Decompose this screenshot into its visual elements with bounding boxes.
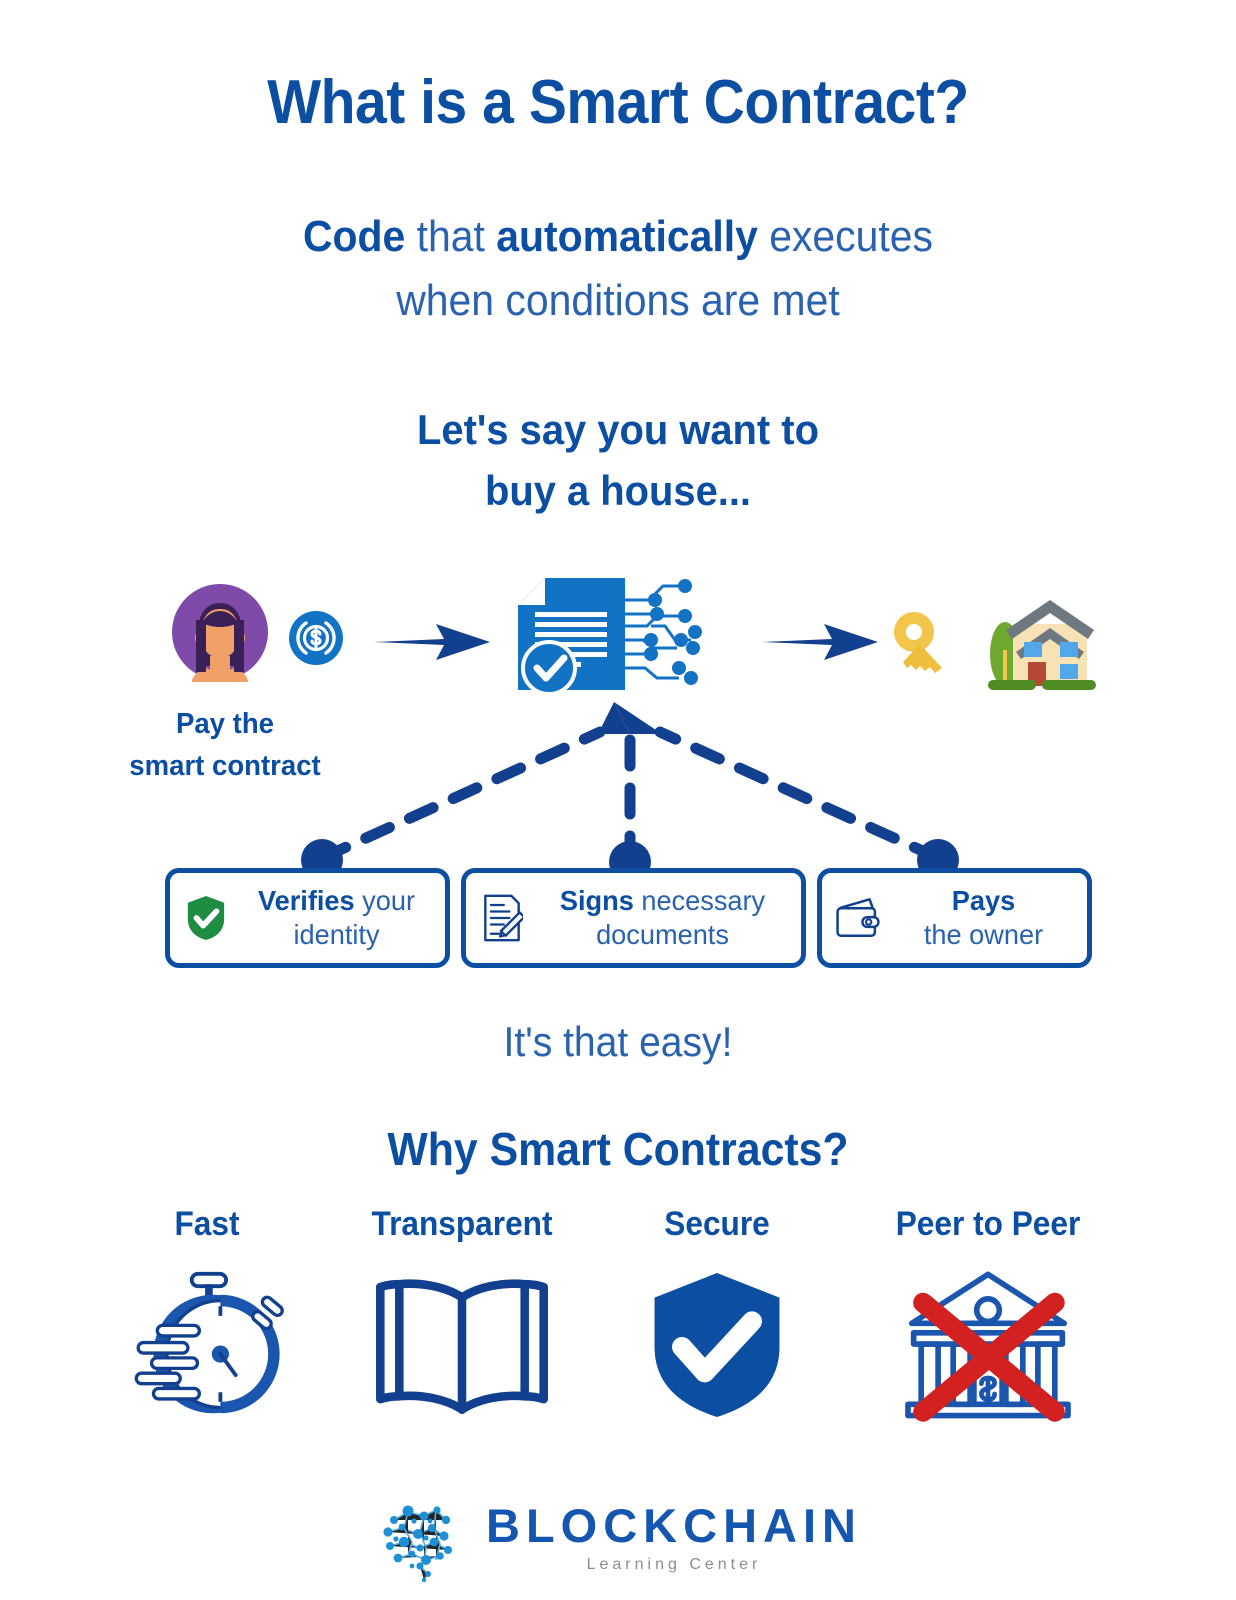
benefit-label-transparent: Transparent (371, 1205, 553, 1243)
logo-name: BLOCKCHAIN (486, 1499, 862, 1552)
action-bold-signs: Signs (559, 885, 634, 917)
arrow-right-icon-right (762, 624, 878, 660)
arrow-right-icon-left (374, 624, 490, 660)
benefit-peer-to-peer: Peer to Peer (843, 1205, 1133, 1427)
house-icon (988, 600, 1096, 690)
subtitle-plain-1: that (405, 212, 497, 261)
action-bold-pays: Pays (951, 885, 1016, 917)
bank-crossed-out-icon (843, 1262, 1133, 1427)
logo-text: BLOCKCHAIN Learning Center (486, 1502, 862, 1574)
action-box-signs-text: Signs necessary documents (540, 884, 785, 951)
wallet-icon (834, 892, 882, 944)
scenario-text: Let's say you want to buy a house... (31, 400, 1205, 522)
benefit-label-fast: Fast (174, 1205, 240, 1243)
action-rest-verifies: your (354, 885, 416, 917)
why-smart-contracts-heading: Why Smart Contracts? (387, 1123, 849, 1175)
dollar-coin-icon (289, 611, 343, 665)
blockchain-learning-center-logo: BLOCKCHAIN Learning Center (0, 1486, 1236, 1590)
brain-network-logo-icon (383, 1505, 453, 1582)
benefits-row: Fast Transparent Secure Peer to Peer (0, 1205, 1236, 1445)
shield-check-icon (182, 892, 230, 944)
benefit-fast: Fast (82, 1205, 332, 1427)
scenario-line-2: buy a house... (484, 466, 752, 514)
benefit-label-peer-to-peer: Peer to Peer (895, 1205, 1081, 1243)
open-book-icon (337, 1262, 587, 1427)
subtitle-bold-automatically: automatically (496, 212, 758, 261)
person-avatar-icon (172, 584, 268, 682)
action-line2-signs: documents (596, 919, 729, 950)
subtitle: Code that automatically executes when co… (43, 205, 1192, 333)
shield-check-filled-icon (592, 1262, 842, 1427)
benefit-transparent: Transparent (337, 1205, 587, 1427)
benefit-label-secure: Secure (664, 1205, 770, 1243)
action-box-verifies-text: Verifies your identity (243, 884, 430, 951)
key-icon (894, 612, 942, 673)
subtitle-line-1: Code that automatically executes (43, 205, 1192, 269)
action-rest-signs: necessary (633, 885, 766, 917)
action-line2-verifies: identity (293, 919, 380, 950)
scenario-line-1: Let's say you want to (417, 406, 819, 453)
subtitle-line-2: when conditions are met (396, 275, 840, 325)
action-box-verifies[interactable]: Verifies your identity (165, 868, 450, 968)
infographic-page: What is a Smart Contract? Code that auto… (0, 0, 1236, 1600)
document-pen-icon (478, 892, 526, 944)
action-box-pays-text: Pays the owner (895, 884, 1073, 951)
its-that-easy-text: It's that easy! (503, 1018, 733, 1065)
stopwatch-icon (82, 1262, 332, 1427)
subtitle-plain-2: executes (757, 212, 933, 261)
subtitle-bold-code: Code (303, 212, 406, 261)
dashed-connectors (301, 702, 959, 883)
page-title: What is a Smart Contract? (267, 68, 969, 137)
action-bold-verifies: Verifies (257, 885, 355, 917)
smart-contract-document-icon (518, 578, 702, 696)
benefit-secure: Secure (592, 1205, 842, 1427)
logo-tagline: Learning Center (586, 1556, 762, 1573)
action-box-signs[interactable]: Signs necessary documents (461, 868, 806, 968)
action-line2-pays: the owner (923, 919, 1044, 950)
action-boxes: Verifies your identity Signs necessary d… (0, 868, 1236, 972)
action-box-pays[interactable]: Pays the owner (817, 868, 1092, 968)
